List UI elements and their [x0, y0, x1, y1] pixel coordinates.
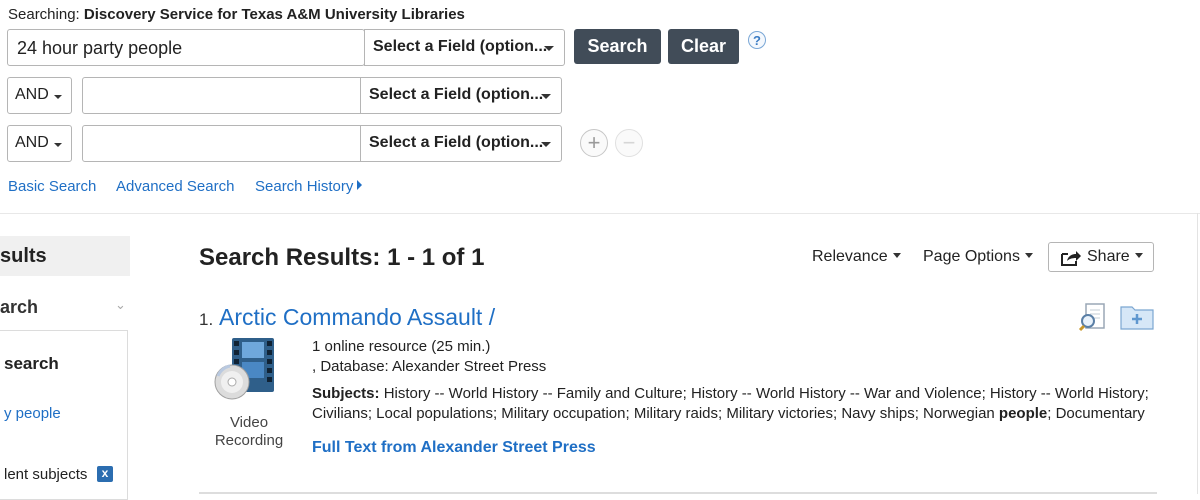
full-text-link[interactable]: Full Text from Alexander Street Press [312, 439, 596, 457]
video-recording-icon [214, 338, 274, 400]
remove-facet-icon[interactable]: x [97, 466, 113, 482]
result-database-line: , Database: Alexander Street Press [312, 358, 547, 375]
sidebar-subheading[interactable]: arch [0, 297, 38, 318]
basic-search-link[interactable]: Basic Search [8, 178, 96, 195]
subjects-label: Subjects: [312, 385, 380, 402]
sidebar-current-search: search [4, 354, 59, 373]
results-heading: Search Results: 1 - 1 of 1 [199, 244, 484, 272]
chevron-down-icon [1134, 253, 1143, 258]
service-name: Discovery Service for Texas A&M Universi… [83, 6, 465, 23]
subjects-highlight: people [998, 405, 1048, 422]
searching-prefix: Searching: [8, 6, 80, 23]
type-label-line-2: Recording [214, 432, 284, 449]
chevron-down-icon [541, 142, 551, 147]
search-history-label: Search History [255, 178, 354, 195]
sort-label: Relevance [812, 248, 888, 265]
main-search-input[interactable]: 24 hour party people [7, 29, 365, 66]
field-select-label: Select a Field (option... [373, 38, 548, 55]
sidebar-query-link[interactable]: y people [4, 405, 61, 422]
chevron-down-icon [54, 143, 62, 147]
result-number: 1. [199, 310, 214, 329]
advanced-search-link[interactable]: Advanced Search [116, 178, 234, 195]
triangle-right-icon [357, 180, 363, 190]
boolean-label: AND [15, 86, 49, 103]
search-history-link[interactable]: Search History [255, 178, 363, 195]
field-select-3[interactable]: Select a Field (option... [360, 125, 562, 162]
results-count: 1 - 1 of 1 [387, 244, 485, 271]
share-label: Share [1087, 248, 1143, 266]
page-options-label: Page Options [923, 248, 1020, 265]
results-heading-label: Search Results: [199, 244, 381, 271]
chevron-down-icon [54, 95, 62, 99]
preview-magnifier-icon[interactable] [1078, 302, 1108, 332]
chevron-down-icon [892, 253, 901, 258]
chevron-down-icon[interactable]: ⌄ [115, 297, 126, 313]
result-subjects: Subjects: History -- World History -- Fa… [312, 384, 1172, 424]
boolean-select-row-2[interactable]: AND [7, 77, 72, 114]
field-select-1[interactable]: Select a Field (option... [364, 29, 565, 66]
search-button[interactable]: Search [574, 29, 661, 64]
share-icon [1061, 251, 1081, 266]
boolean-select-row-3[interactable]: AND [7, 125, 72, 162]
chevron-down-icon [541, 94, 551, 99]
field-select-label: Select a Field (option... [369, 134, 544, 151]
result-title-link[interactable]: Arctic Commando Assault / [219, 304, 495, 331]
page-options-dropdown[interactable]: Page Options [923, 248, 1033, 266]
result-type-label: Video Recording [206, 414, 292, 450]
share-button[interactable]: Share [1048, 242, 1154, 272]
type-label-line-1: Video [229, 414, 269, 431]
subjects-text-end: ; Documentary [1047, 405, 1145, 422]
chevron-down-icon [1024, 253, 1033, 258]
search-input-row-2[interactable] [82, 77, 361, 114]
right-edge-divider [1197, 213, 1198, 494]
add-to-folder-icon[interactable] [1120, 302, 1154, 330]
searching-label: Searching: Discovery Service for Texas A… [8, 6, 465, 23]
sidebar-facet-label: lent subjects [4, 466, 88, 483]
clear-button[interactable]: Clear [668, 29, 739, 64]
field-select-label: Select a Field (option... [369, 86, 544, 103]
help-icon[interactable]: ? [748, 31, 766, 49]
chevron-down-icon [544, 46, 554, 51]
sort-relevance-dropdown[interactable]: Relevance [812, 248, 901, 266]
result-format-line: 1 online resource (25 min.) [312, 338, 491, 355]
remove-row-icon[interactable]: − [615, 129, 643, 157]
sidebar-title: sults [0, 245, 47, 267]
field-select-2[interactable]: Select a Field (option... [360, 77, 562, 114]
header-divider [0, 213, 1200, 214]
boolean-label: AND [15, 134, 49, 151]
add-row-icon[interactable]: + [580, 129, 608, 157]
search-input-row-3[interactable] [82, 125, 361, 162]
